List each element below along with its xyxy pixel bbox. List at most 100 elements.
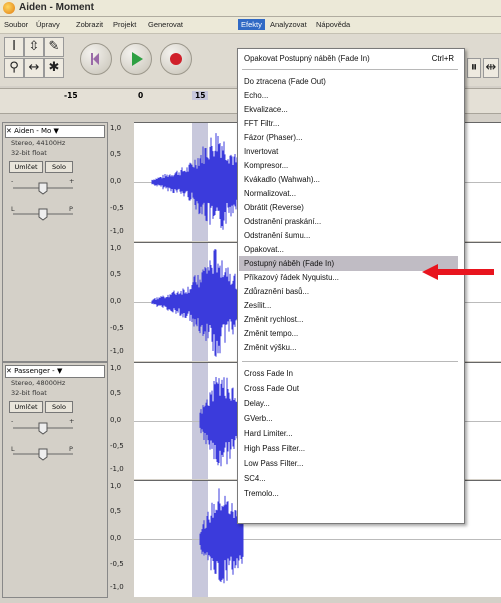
menu-item[interactable]: Odstranění šumu... xyxy=(244,231,310,240)
amplitude-scale: 1,0 0,5 0,0 -0,5 -1,0 xyxy=(108,122,135,240)
menu-item[interactable]: Opakovat... xyxy=(244,245,284,254)
scale-tick: -0,5 xyxy=(110,442,124,450)
toolbar-right-icon[interactable]: ⏸ xyxy=(467,58,481,78)
track-format: 32-bit float xyxy=(11,149,47,157)
scale-tick: 0,0 xyxy=(110,177,122,185)
scale-tick: -0,5 xyxy=(110,204,124,212)
scale-tick: -1,0 xyxy=(110,583,124,591)
solo-button[interactable]: Solo xyxy=(45,401,73,413)
menu-item[interactable]: Hard Limiter... xyxy=(244,429,293,438)
zoom-tool-icon[interactable]: ⚲ xyxy=(4,58,24,78)
track-rate: Stereo, 48000Hz xyxy=(11,379,66,387)
menu-item[interactable]: Cross Fade In xyxy=(244,369,293,378)
menu-item[interactable]: Obrátit (Reverse) xyxy=(244,203,304,212)
selection-tool-icon[interactable]: I xyxy=(4,37,24,57)
scale-tick: 0,5 xyxy=(110,270,122,278)
scale-tick: 0,5 xyxy=(110,507,122,515)
scale-tick: -1,0 xyxy=(110,347,124,355)
menu-item[interactable]: Změnit rychlost... xyxy=(244,315,303,324)
menu-item[interactable]: SC4... xyxy=(244,474,266,483)
scale-tick: 1,0 xyxy=(110,364,122,372)
solo-button[interactable]: Solo xyxy=(45,161,73,173)
scale-tick: -0,5 xyxy=(110,324,124,332)
gain-slider[interactable] xyxy=(9,181,79,195)
menu-item[interactable]: Kvákadlo (Wahwah)... xyxy=(244,175,320,184)
menu-separator xyxy=(242,69,458,70)
amplitude-scale: 1,0 0,5 0,0 -0,5 -1,0 xyxy=(108,362,135,478)
skip-start-icon xyxy=(91,53,99,65)
menu-upravy[interactable]: Úpravy xyxy=(36,20,60,29)
menu-item-repeat[interactable]: Opakovat Postupný náběh (Fade In) xyxy=(244,54,370,63)
scale-tick: 0,0 xyxy=(110,416,122,424)
menu-projekt[interactable]: Projekt xyxy=(113,20,136,29)
menu-item[interactable]: Delay... xyxy=(244,399,270,408)
pan-slider[interactable] xyxy=(9,447,79,461)
scale-tick: 0,0 xyxy=(110,297,122,305)
ruler-tick: 0 xyxy=(138,91,144,100)
menu-bar: Soubor Úpravy Zobrazit Projekt Generovat… xyxy=(0,17,501,34)
record-icon xyxy=(170,53,182,65)
mute-button[interactable]: Umlčet xyxy=(9,161,43,173)
menu-item[interactable]: Tremolo... xyxy=(244,489,279,498)
track-name-dropdown[interactable]: ✕ Aiden - Mo ▼ xyxy=(5,125,105,138)
ruler-tick: 15 xyxy=(192,91,209,100)
menu-item[interactable]: Ekvalizace... xyxy=(244,105,288,114)
track-name-dropdown[interactable]: ✕ Passenger - ▼ xyxy=(5,365,105,378)
scale-tick: -0,5 xyxy=(110,560,124,568)
repeat-shortcut: Ctrl+R xyxy=(431,54,454,63)
play-icon xyxy=(132,52,143,66)
scale-tick: 1,0 xyxy=(110,244,122,252)
menu-soubor[interactable]: Soubor xyxy=(4,20,28,29)
multi-tool-icon[interactable]: ✱ xyxy=(44,58,64,78)
ruler-tick: -15 xyxy=(64,91,78,100)
track-control-panel: ✕ Passenger - ▼ Stereo, 48000Hz 32-bit f… xyxy=(2,362,108,598)
window-title: Aiden - Moment xyxy=(19,2,94,13)
pan-slider[interactable] xyxy=(9,207,79,221)
amplitude-scale: 1,0 0,5 0,0 -0,5 -1,0 xyxy=(108,242,135,360)
amplitude-scale: 1,0 0,5 0,0 -0,5 -1,0 xyxy=(108,480,135,596)
menu-item[interactable]: Zesílit... xyxy=(244,301,271,310)
record-button[interactable] xyxy=(160,43,192,75)
menu-item[interactable]: Normalizovat... xyxy=(244,189,296,198)
menu-item[interactable]: Zdůraznění basů... xyxy=(244,287,309,296)
menu-item[interactable]: Odstranění praskání... xyxy=(244,217,321,226)
menu-napoveda[interactable]: Nápověda xyxy=(316,20,350,29)
menu-item[interactable]: GVerb... xyxy=(244,414,273,423)
title-bar: Aiden - Moment xyxy=(0,0,501,17)
scale-tick: 1,0 xyxy=(110,124,122,132)
menu-item[interactable]: Low Pass Filter... xyxy=(244,459,303,468)
envelope-tool-icon[interactable]: ⇳ xyxy=(24,37,44,57)
scale-tick: -1,0 xyxy=(110,227,124,235)
track-rate: Stereo, 44100Hz xyxy=(11,139,66,147)
effects-menu: Opakovat Postupný náběh (Fade In) Ctrl+R… xyxy=(237,48,465,524)
toolbar-right-icon-2[interactable]: ⇹ xyxy=(483,58,499,78)
menu-item[interactable]: FFT Filtr... xyxy=(244,119,279,128)
gain-slider[interactable] xyxy=(9,421,79,435)
menu-analyzovat[interactable]: Analyzovat xyxy=(270,20,307,29)
draw-tool-icon[interactable]: ✎ xyxy=(44,37,64,57)
menu-item[interactable]: Echo... xyxy=(244,91,268,100)
menu-item[interactable]: Cross Fade Out xyxy=(244,384,299,393)
menu-item[interactable]: Kompresor... xyxy=(244,161,288,170)
mute-button[interactable]: Umlčet xyxy=(9,401,43,413)
red-arrow-icon xyxy=(422,264,494,280)
track-control-panel: ✕ Aiden - Mo ▼ Stereo, 44100Hz 32-bit fl… xyxy=(2,122,108,362)
track-format: 32-bit float xyxy=(11,389,47,397)
skip-start-button[interactable] xyxy=(80,43,112,75)
menu-item[interactable]: Do ztracena (Fade Out) xyxy=(244,77,326,86)
menu-zobrazit[interactable]: Zobrazit xyxy=(76,20,103,29)
menu-generovat[interactable]: Generovat xyxy=(148,20,183,29)
menu-item[interactable]: Invertovat xyxy=(244,147,278,156)
menu-item[interactable]: Změnit výšku... xyxy=(244,343,296,352)
scale-tick: 1,0 xyxy=(110,482,122,490)
menu-efekty[interactable]: Efekty xyxy=(238,19,265,30)
menu-item[interactable]: Příkazový řádek Nyquistu... xyxy=(244,273,339,282)
menu-item[interactable]: High Pass Filter... xyxy=(244,444,305,453)
menu-separator xyxy=(242,361,458,362)
scale-tick: 0,5 xyxy=(110,150,122,158)
menu-item[interactable]: Fázor (Phaser)... xyxy=(244,133,303,142)
timeshift-tool-icon[interactable]: ↔ xyxy=(24,58,44,78)
scale-tick: 0,5 xyxy=(110,389,122,397)
play-button[interactable] xyxy=(120,43,152,75)
menu-item[interactable]: Změnit tempo... xyxy=(244,329,298,338)
